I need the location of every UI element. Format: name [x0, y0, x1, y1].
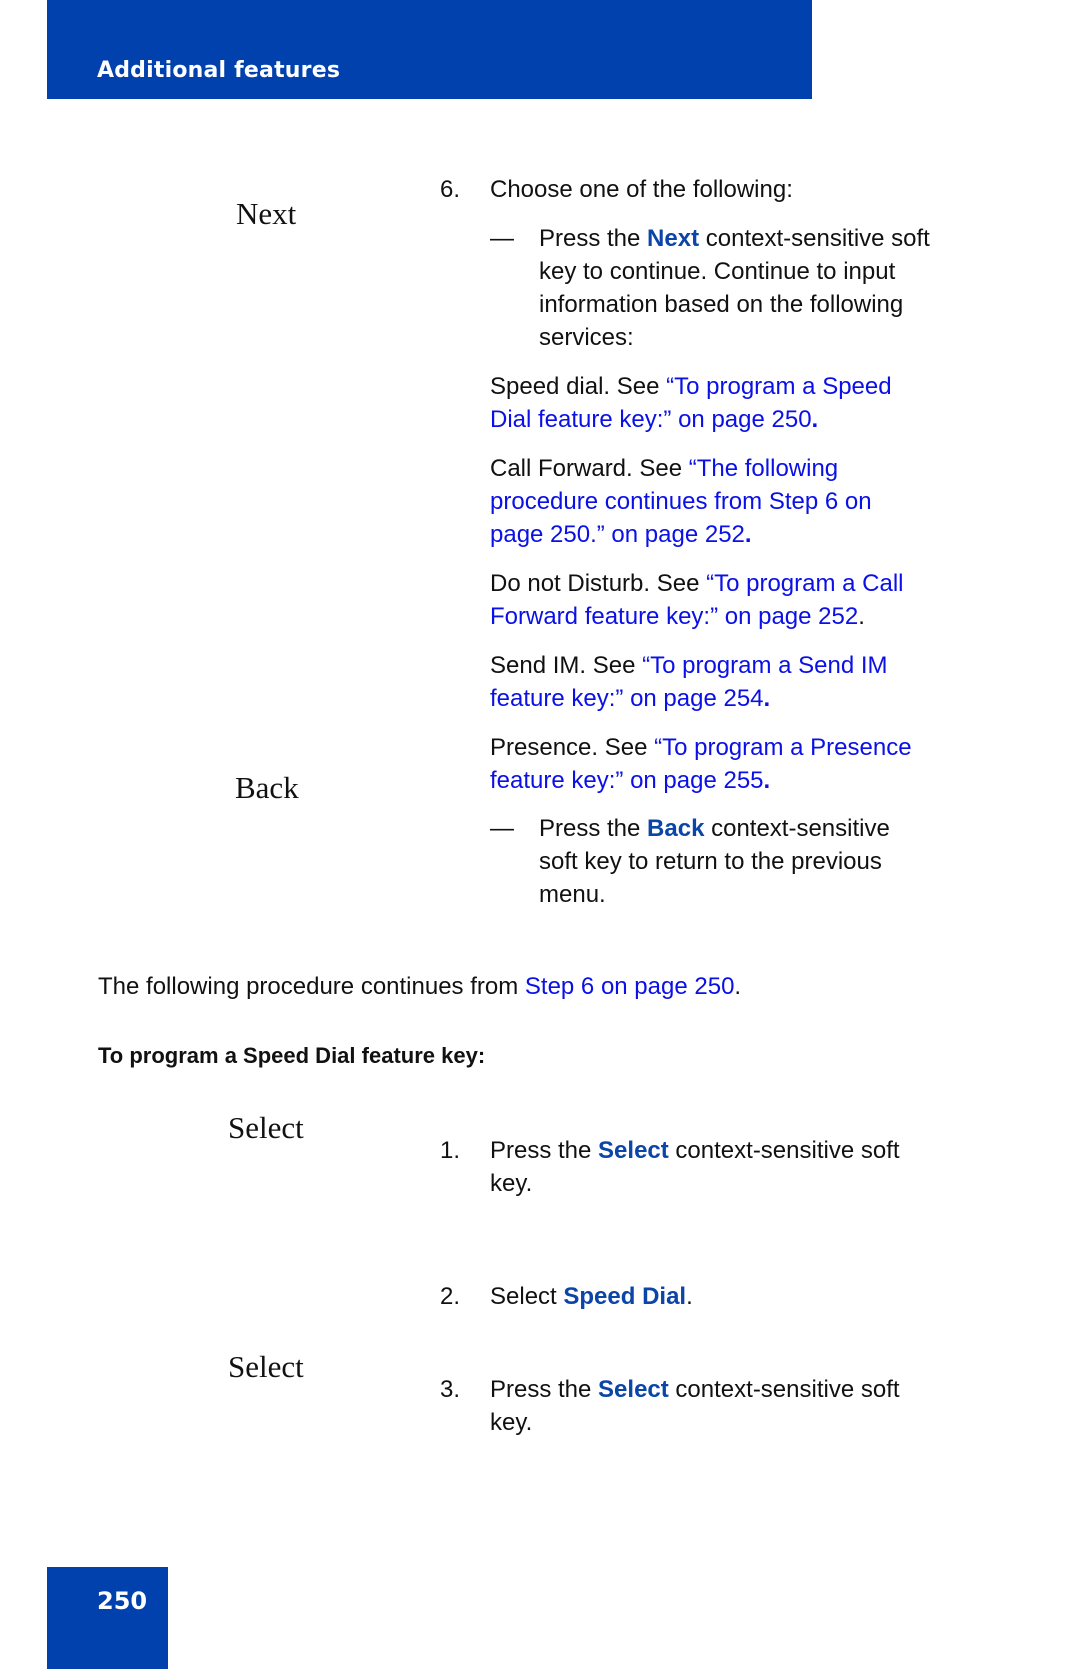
- cross-reference-link[interactable]: page 250.” on page 252: [490, 521, 745, 548]
- service-call-forward: Call Forward. See “The following: [490, 452, 838, 485]
- next-option-line4: services:: [539, 324, 634, 351]
- step-number: 6.: [440, 176, 461, 203]
- service-send-im-line2: feature key:” on page 254.: [490, 682, 770, 715]
- cross-reference-link[interactable]: “The following: [689, 455, 838, 482]
- service-speed-dial-line2: Dial feature key:” on page 250.: [490, 403, 818, 436]
- cross-reference-link[interactable]: Forward feature key:” on page 252: [490, 603, 858, 630]
- step-3-line1: Press the Select context-sensitive soft: [490, 1373, 900, 1406]
- step-1-line2: key.: [490, 1170, 533, 1197]
- softkey-label-select: Select: [228, 1349, 304, 1384]
- page-number: 250: [97, 1587, 148, 1615]
- cross-reference-link[interactable]: feature key:” on page 254: [490, 685, 764, 712]
- next-option-line2: key to continue. Continue to input: [539, 258, 896, 285]
- period: .: [686, 1283, 693, 1310]
- period: .: [744, 521, 752, 548]
- cross-reference-link[interactable]: Dial feature key:” on page 250: [490, 406, 812, 433]
- step-2-line1: Select Speed Dial.: [490, 1280, 693, 1313]
- service-send-im: Send IM. See “To program a Send IM: [490, 649, 888, 682]
- select-key-name: Select: [598, 1376, 669, 1403]
- period: .: [858, 603, 865, 630]
- cross-reference-link[interactable]: procedure continues from Step 6 on: [490, 488, 872, 515]
- cross-reference-link[interactable]: feature key:” on page 255: [490, 767, 764, 794]
- softkey-label-select: Select: [228, 1110, 304, 1145]
- text: context-sensitive soft: [668, 1137, 900, 1164]
- period: .: [734, 973, 742, 1000]
- service-call-forward-line2: procedure continues from Step 6 on: [490, 485, 872, 518]
- speed-dial-option-name: Speed Dial: [563, 1283, 687, 1310]
- text: context-sensitive soft: [699, 225, 930, 252]
- next-option-line1: Press the Next context-sensitive soft: [539, 222, 930, 255]
- section-header-bar: Additional features: [47, 0, 812, 99]
- text: Press the: [539, 815, 648, 842]
- dash-bullet: —: [490, 225, 514, 252]
- softkey-label-back: Back: [235, 770, 299, 805]
- next-key-name: Next: [647, 225, 700, 252]
- service-label: Speed dial. See: [490, 373, 667, 400]
- cross-reference-link[interactable]: “To program a Send IM: [642, 652, 887, 679]
- dash-bullet: —: [490, 815, 514, 842]
- page-number-box: 250: [47, 1567, 168, 1669]
- text: Press the: [539, 225, 648, 252]
- service-call-forward-line3: page 250.” on page 252.: [490, 518, 752, 551]
- back-key-name: Back: [647, 815, 705, 842]
- text: Select: [490, 1283, 564, 1310]
- service-do-not-disturb: Do not Disturb. See “To program a Call: [490, 567, 904, 600]
- period: .: [763, 767, 771, 794]
- step-number: 1.: [440, 1137, 461, 1164]
- service-do-not-disturb-line2: Forward feature key:” on page 252.: [490, 600, 865, 633]
- step-3-line2: key.: [490, 1409, 533, 1436]
- step-text: Choose one of the following:: [490, 176, 793, 203]
- service-label: Presence. See: [490, 734, 655, 761]
- text: context-sensitive: [704, 815, 890, 842]
- text: The following procedure continues from: [98, 973, 525, 1000]
- step-number: 2.: [440, 1283, 461, 1310]
- service-label: Send IM. See: [490, 652, 643, 679]
- text: Press the: [490, 1137, 599, 1164]
- step-1-line1: Press the Select context-sensitive soft: [490, 1134, 900, 1167]
- next-option-line3: information based on the following: [539, 291, 904, 318]
- select-key-name: Select: [598, 1137, 669, 1164]
- text: context-sensitive soft: [668, 1376, 900, 1403]
- service-presence-line2: feature key:” on page 255.: [490, 764, 770, 797]
- service-label: Call Forward. See: [490, 455, 689, 482]
- continuation-note: The following procedure continues from S…: [98, 970, 741, 1003]
- back-option-line3: menu.: [539, 881, 606, 908]
- period: .: [811, 406, 819, 433]
- step-reference-link[interactable]: Step 6 on page 250: [525, 973, 735, 1000]
- step-number: 3.: [440, 1376, 461, 1403]
- service-speed-dial: Speed dial. See “To program a Speed: [490, 370, 892, 403]
- service-presence: Presence. See “To program a Presence: [490, 731, 912, 764]
- back-option-line1: Press the Back context-sensitive: [539, 812, 890, 845]
- section-title: Additional features: [97, 58, 341, 83]
- period: .: [763, 685, 771, 712]
- cross-reference-link[interactable]: “To program a Presence: [654, 734, 911, 761]
- back-option-line2: soft key to return to the previous: [539, 848, 882, 875]
- cross-reference-link[interactable]: “To program a Call: [706, 570, 903, 597]
- text: Press the: [490, 1376, 599, 1403]
- service-label: Do not Disturb. See: [490, 570, 707, 597]
- procedure-heading: To program a Speed Dial feature key:: [98, 1043, 486, 1068]
- softkey-label-next: Next: [236, 196, 297, 231]
- cross-reference-link[interactable]: “To program a Speed: [666, 373, 891, 400]
